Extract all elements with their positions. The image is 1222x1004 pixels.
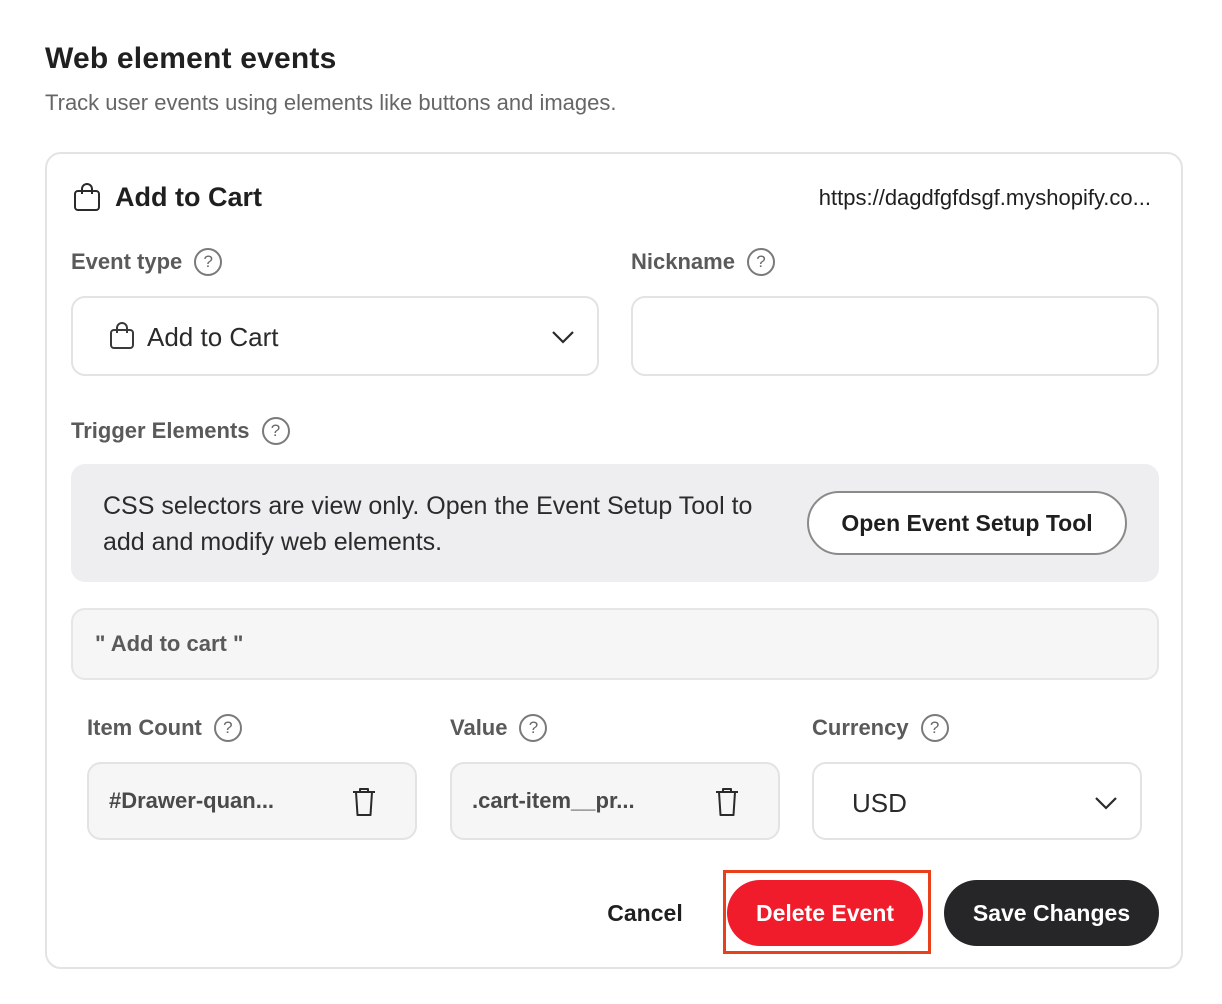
cancel-button[interactable]: Cancel bbox=[595, 888, 695, 938]
trigger-elements-label-text: Trigger Elements bbox=[71, 418, 250, 443]
value-value: .cart-item__pr... bbox=[472, 788, 635, 813]
currency-value: USD bbox=[852, 788, 907, 818]
help-icon[interactable]: ? bbox=[920, 714, 949, 742]
help-icon[interactable]: ? bbox=[746, 248, 775, 276]
nickname-label: Nickname ? bbox=[631, 248, 775, 276]
trigger-elements-label: Trigger Elements ? bbox=[71, 417, 290, 445]
nickname-input[interactable] bbox=[631, 296, 1159, 376]
nickname-label-text: Nickname bbox=[631, 249, 735, 274]
css-selector-chip: " Add to cart " bbox=[71, 608, 1159, 680]
card-url: https://dagdfgfdsgf.myshopify.co... bbox=[818, 185, 1151, 210]
event-type-label: Event type ? bbox=[71, 248, 223, 276]
event-type-value: Add to Cart bbox=[147, 322, 279, 352]
chevron-down-icon bbox=[1095, 797, 1117, 810]
event-type-label-text: Event type bbox=[71, 249, 183, 274]
shopping-bag-icon bbox=[110, 322, 134, 349]
help-icon[interactable]: ? bbox=[519, 714, 548, 742]
shopping-bag-icon bbox=[74, 183, 100, 211]
item-count-field: #Drawer-quan... bbox=[87, 762, 417, 840]
chevron-down-icon bbox=[552, 331, 574, 344]
help-icon[interactable]: ? bbox=[261, 417, 290, 445]
trash-icon[interactable] bbox=[351, 786, 377, 818]
value-field: .cart-item__pr... bbox=[450, 762, 780, 840]
item-count-value: #Drawer-quan... bbox=[109, 788, 275, 813]
currency-select[interactable]: USD bbox=[812, 762, 1142, 840]
delete-event-button[interactable]: Delete Event bbox=[727, 880, 923, 946]
info-text: CSS selectors are view only. Open the Ev… bbox=[103, 492, 753, 556]
currency-label: Currency ? bbox=[812, 714, 949, 742]
help-icon[interactable]: ? bbox=[213, 714, 242, 742]
save-changes-button[interactable]: Save Changes bbox=[944, 880, 1159, 946]
trash-icon[interactable] bbox=[714, 786, 740, 818]
item-count-label-text: Item Count bbox=[87, 715, 202, 740]
card-title: Add to Cart bbox=[115, 182, 262, 212]
page-title: Web element events bbox=[45, 42, 337, 75]
open-event-setup-tool-button[interactable]: Open Event Setup Tool bbox=[807, 491, 1127, 555]
help-icon[interactable]: ? bbox=[194, 248, 223, 276]
event-card: Add to Cart https://dagdfgfdsgf.myshopif… bbox=[45, 152, 1183, 969]
event-type-select[interactable]: Add to Cart bbox=[71, 296, 599, 376]
item-count-label: Item Count ? bbox=[87, 714, 242, 742]
currency-label-text: Currency bbox=[812, 715, 909, 740]
page-subtitle: Track user events using elements like bu… bbox=[45, 90, 617, 115]
value-label-text: Value bbox=[450, 715, 508, 740]
value-label: Value ? bbox=[450, 714, 548, 742]
info-panel: CSS selectors are view only. Open the Ev… bbox=[71, 464, 1159, 582]
